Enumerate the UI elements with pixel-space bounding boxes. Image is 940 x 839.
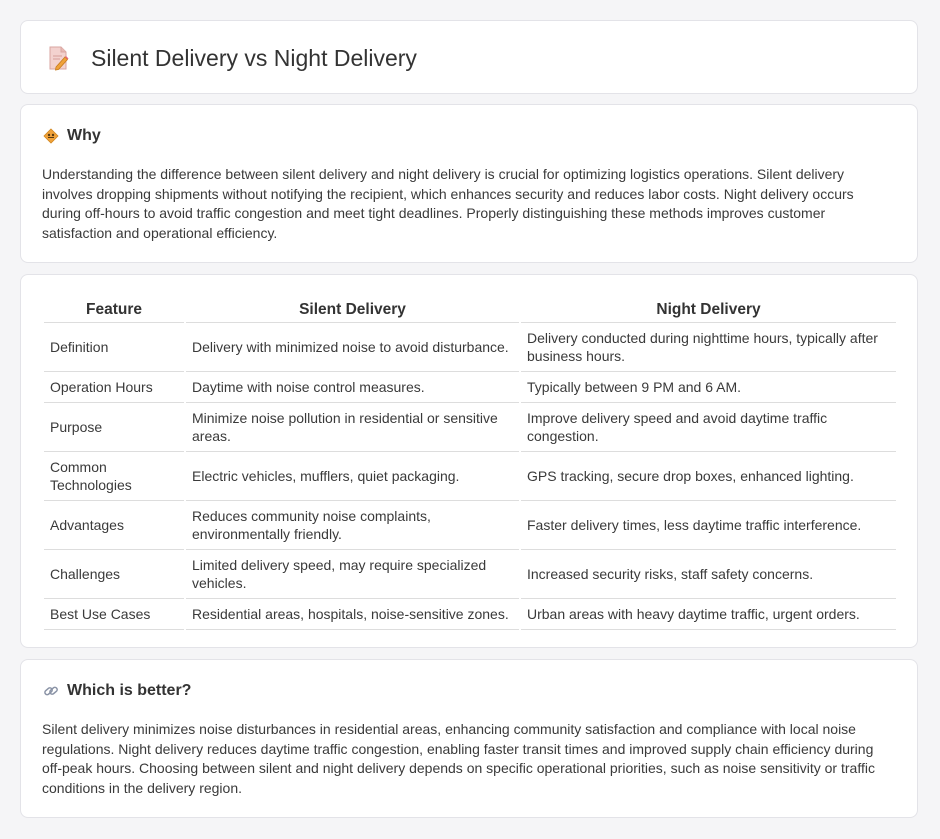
cell-night: Typically between 9 PM and 6 AM. — [521, 372, 896, 403]
page-header: Silent Delivery vs Night Delivery — [47, 43, 417, 73]
cell-night: Improve delivery speed and avoid daytime… — [521, 403, 896, 452]
cell-silent: Electric vehicles, mufflers, quiet packa… — [186, 452, 519, 501]
cell-night: Delivery conducted during nighttime hour… — [521, 323, 896, 372]
cell-night: Urban areas with heavy daytime traffic, … — [521, 599, 896, 630]
header-silent-delivery: Silent Delivery — [186, 295, 519, 323]
table-row: Challenges Limited delivery speed, may r… — [44, 550, 896, 599]
why-title: Why — [67, 127, 101, 144]
cell-feature: Advantages — [44, 501, 184, 550]
document-pencil-icon — [47, 45, 69, 71]
table-row: Best Use Cases Residential areas, hospit… — [44, 599, 896, 630]
why-text: Understanding the difference between sil… — [42, 166, 854, 241]
cell-feature: Purpose — [44, 403, 184, 452]
cell-silent: Reduces community noise complaints, envi… — [186, 501, 519, 550]
cell-silent: Delivery with minimized noise to avoid d… — [186, 323, 519, 372]
table-row: Operation Hours Daytime with noise contr… — [44, 372, 896, 403]
which-is-better-card: Which is better? Silent delivery minimiz… — [20, 659, 918, 818]
table-row: Advantages Reduces community noise compl… — [44, 501, 896, 550]
header-night-delivery: Night Delivery — [521, 295, 896, 323]
which-is-better-heading: Which is better? — [43, 682, 191, 700]
which-is-better-title: Which is better? — [67, 682, 192, 699]
page: Silent Delivery vs Night Delivery Why Un… — [0, 0, 940, 839]
cell-feature: Challenges — [44, 550, 184, 599]
header-card: Silent Delivery vs Night Delivery — [20, 20, 918, 94]
table-row: Common Technologies Electric vehicles, m… — [44, 452, 896, 501]
why-card: Why Understanding the difference between… — [20, 104, 918, 263]
why-heading: Why — [43, 127, 101, 145]
table-row: Definition Delivery with minimized noise… — [44, 323, 896, 372]
diamond-sign-icon — [43, 128, 59, 144]
cell-silent: Minimize noise pollution in residential … — [186, 403, 519, 452]
cell-feature: Common Technologies — [44, 452, 184, 501]
cell-night: GPS tracking, secure drop boxes, enhance… — [521, 452, 896, 501]
page-title: Silent Delivery vs Night Delivery — [91, 45, 417, 71]
comparison-table: Feature Silent Delivery Night Delivery D… — [42, 295, 898, 630]
cell-silent: Daytime with noise control measures. — [186, 372, 519, 403]
cell-night: Increased security risks, staff safety c… — [521, 550, 896, 599]
header-feature: Feature — [44, 295, 184, 323]
cell-silent: Limited delivery speed, may require spec… — [186, 550, 519, 599]
cell-feature: Best Use Cases — [44, 599, 184, 630]
link-icon — [43, 683, 59, 699]
which-is-better-text: Silent delivery minimizes noise disturba… — [42, 721, 875, 796]
table-row: Purpose Minimize noise pollution in resi… — [44, 403, 896, 452]
table-header-row: Feature Silent Delivery Night Delivery — [44, 295, 896, 323]
cell-feature: Operation Hours — [44, 372, 184, 403]
cell-silent: Residential areas, hospitals, noise-sens… — [186, 599, 519, 630]
comparison-card: Feature Silent Delivery Night Delivery D… — [20, 274, 918, 648]
cell-night: Faster delivery times, less daytime traf… — [521, 501, 896, 550]
cell-feature: Definition — [44, 323, 184, 372]
